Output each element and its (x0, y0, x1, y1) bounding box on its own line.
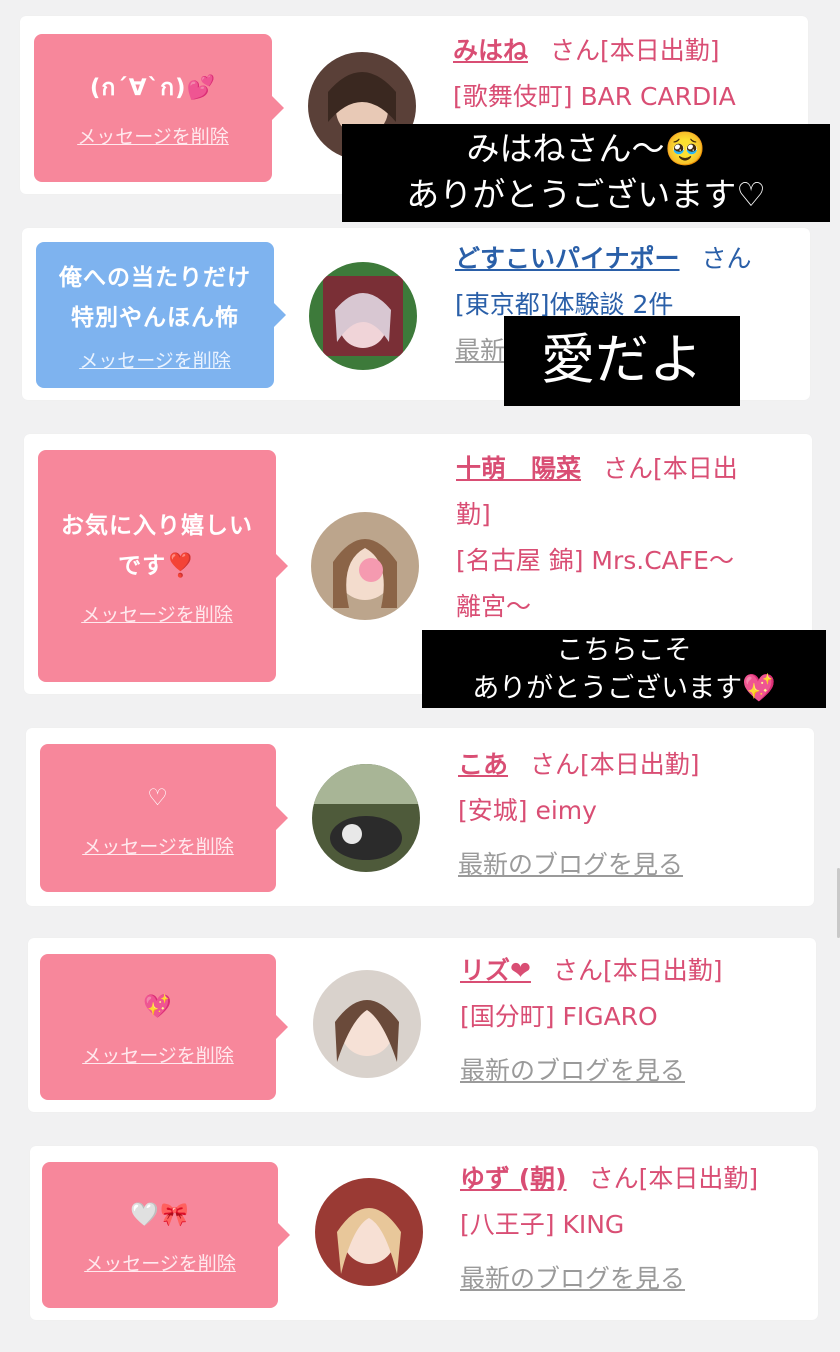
profile-info: ゆず (朝) さん[本日出勤] [八王子] KING 最新のブログを見る (460, 1156, 816, 1302)
shop-link[interactable]: [安城] eimy (458, 788, 810, 834)
status-text: さん[本日出 (603, 454, 738, 483)
profile-info: みはね さん[本日出勤] [歌舞伎町] BAR CARDIA (453, 28, 803, 120)
shop-link[interactable]: [八王子] KING (460, 1202, 816, 1248)
profile-info: リズ❤ さん[本日出勤] [国分町] FIGARO 最新のブログを見る (460, 948, 812, 1094)
message-bubble: 💖 メッセージを削除 (40, 954, 288, 1100)
cast-name-link[interactable]: ゆず (朝) (460, 1164, 567, 1193)
shop-link[interactable]: [国分町] FIGARO (460, 994, 812, 1040)
bubble-message: ♡ (147, 784, 169, 811)
bubble-message: 💖 (143, 993, 173, 1020)
status-text-continued: 勤] (456, 500, 491, 529)
avatar[interactable] (309, 262, 417, 370)
avatar[interactable] (315, 1178, 423, 1286)
delete-message-link[interactable]: メッセージを削除 (82, 832, 234, 859)
caption-overlay: みはねさん〜🥹 ありがとうございます♡ (342, 124, 830, 222)
message-bubble: ♡ メッセージを削除 (40, 744, 288, 892)
latest-blog-link[interactable]: 最新のブログを見る (458, 842, 810, 888)
cast-name-link[interactable]: みはね (453, 36, 528, 65)
delete-message-link[interactable]: メッセージを削除 (81, 600, 233, 627)
delete-message-link[interactable]: メッセージを削除 (82, 1041, 234, 1068)
message-card: ♡ メッセージを削除 こあ さん[本日出勤] [安城] eimy 最新のブログを見… (26, 728, 814, 906)
message-bubble: 🤍🎀 メッセージを削除 (42, 1162, 290, 1308)
shop-link-continued[interactable]: 離宮〜 (456, 584, 808, 630)
status-text: さん[本日出勤] (530, 750, 700, 779)
profile-info: 十萌 陽菜 さん[本日出 勤] [名古屋 錦] Mrs.CAFE〜 離宮〜 (456, 446, 808, 630)
shop-link[interactable]: [名古屋 錦] Mrs.CAFE〜 (456, 538, 808, 584)
profile-info: こあ さん[本日出勤] [安城] eimy 最新のブログを見る (458, 742, 810, 888)
bubble-message: お気に入り嬉しい です❣️ (61, 512, 253, 579)
delete-message-link[interactable]: メッセージを削除 (84, 1249, 236, 1276)
bubble-message: 俺への当たりだけ 特別やんほん怖 (59, 264, 251, 331)
delete-message-link[interactable]: メッセージを削除 (77, 122, 229, 149)
status-text: さん (701, 244, 752, 273)
avatar[interactable] (312, 764, 420, 872)
bubble-message: (ก´∀`ก)💕 (89, 74, 217, 101)
latest-blog-link[interactable]: 最新のブログを見る (460, 1256, 816, 1302)
cast-name-link[interactable]: こあ (458, 750, 508, 779)
avatar[interactable] (311, 512, 419, 620)
message-card: 💖 メッセージを削除 リズ❤ さん[本日出勤] [国分町] FIGARO 最新のブ… (28, 938, 816, 1112)
cast-name-link[interactable]: 十萌 陽菜 (456, 454, 581, 483)
status-text: さん[本日出勤] (588, 1164, 759, 1193)
status-text: さん[本日出勤] (550, 36, 720, 65)
message-bubble: (ก´∀`ก)💕 メッセージを削除 (34, 34, 284, 182)
latest-blog-link[interactable]: 最新のブログを見る (460, 1048, 812, 1094)
shop-link[interactable]: [歌舞伎町] BAR CARDIA (453, 74, 803, 120)
message-bubble: お気に入り嬉しい です❣️ メッセージを削除 (38, 450, 288, 682)
message-bubble: 俺への当たりだけ 特別やんほん怖 メッセージを削除 (36, 242, 286, 388)
status-text: さん[本日出勤] (552, 956, 723, 985)
delete-message-link[interactable]: メッセージを削除 (79, 346, 231, 373)
avatar[interactable] (313, 970, 421, 1078)
message-card: 🤍🎀 メッセージを削除 ゆず (朝) さん[本日出勤] [八王子] KING 最新… (30, 1146, 818, 1320)
caption-overlay: こちらこそ ありがとうございます💖 (422, 630, 826, 708)
bubble-message: 🤍🎀 (130, 1201, 190, 1228)
cast-name-link[interactable]: リズ❤ (460, 956, 531, 985)
caption-overlay: 愛だよ (504, 316, 740, 406)
member-name-link[interactable]: どすこいパイナポー (455, 244, 680, 273)
